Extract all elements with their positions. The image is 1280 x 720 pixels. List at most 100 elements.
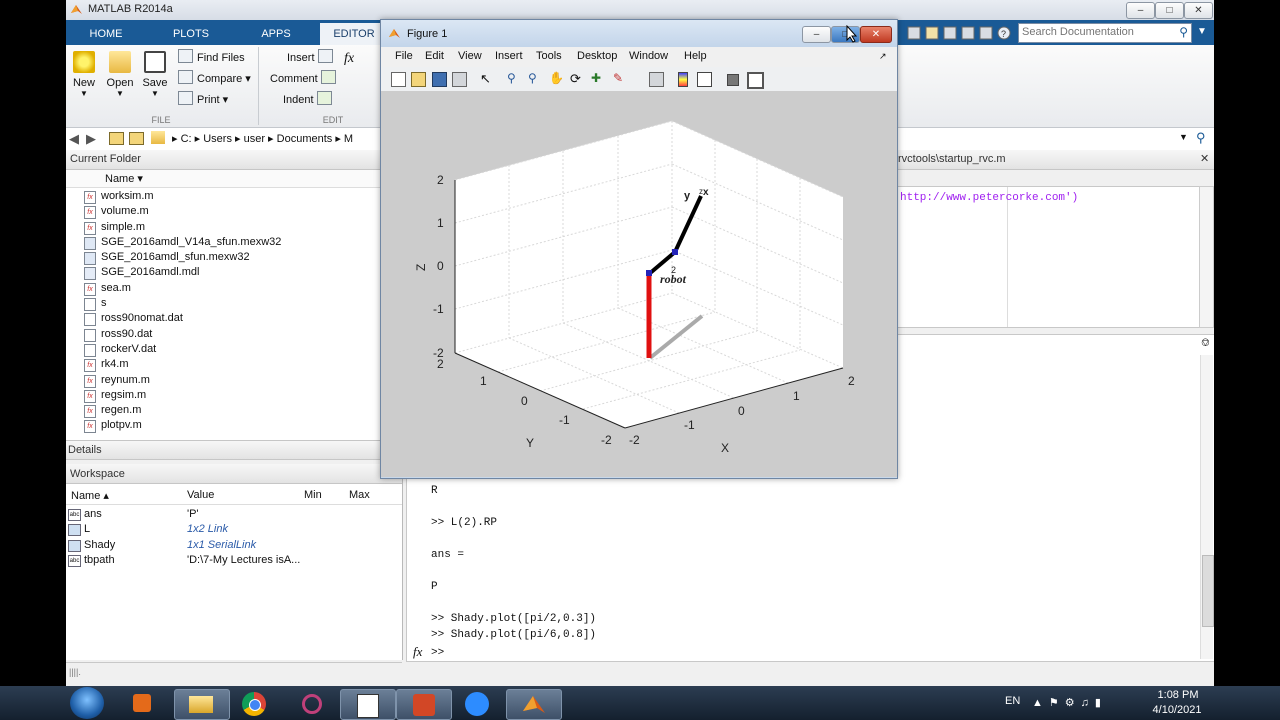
maximize-button[interactable]: □ <box>1155 2 1184 19</box>
open-button[interactable]: Open ▼ <box>104 51 136 98</box>
search-input[interactable] <box>1019 24 1175 40</box>
breadcrumb-user[interactable]: user <box>244 133 265 145</box>
back-icon[interactable]: ◀ <box>69 131 79 147</box>
print-figure-icon[interactable] <box>452 72 467 87</box>
file-list-item[interactable]: fx regen.m <box>66 403 380 419</box>
breadcrumb-c[interactable]: C: <box>181 133 192 145</box>
explorer-taskbar-icon[interactable] <box>174 689 230 720</box>
hide-tools-icon[interactable] <box>727 74 739 86</box>
open-file-icon[interactable] <box>411 72 426 87</box>
browse-folder-icon[interactable] <box>129 132 144 145</box>
breadcrumb-users[interactable]: Users <box>203 133 232 145</box>
file-list-item[interactable]: SGE_2016amdl_V14a_sfun.mexw32 <box>66 235 380 250</box>
menu-dock-icon[interactable]: ↗ <box>879 51 887 62</box>
file-list-item[interactable]: ross90.dat <box>66 327 380 342</box>
chrome-taskbar-icon[interactable] <box>228 689 282 718</box>
powerpoint-taskbar-icon[interactable] <box>396 689 452 720</box>
file-list-item[interactable]: fx volume.m <box>66 204 380 220</box>
data-cursor-icon[interactable]: ✚ <box>591 72 604 85</box>
editor-pane[interactable]: http://www.petercorke.com') <box>896 186 1200 328</box>
insert-button[interactable]: Insert <box>287 49 337 67</box>
fx-icon[interactable]: fx <box>344 51 354 67</box>
document-taskbar-icon[interactable] <box>340 689 396 720</box>
brush-icon[interactable]: ✎ <box>613 72 626 85</box>
clock-date[interactable]: 4/10/2021 <box>1144 704 1210 716</box>
new-button[interactable]: New ▼ <box>68 51 100 98</box>
save-button[interactable]: Save ▼ <box>139 51 171 98</box>
media-player-taskbar-icon[interactable] <box>116 689 170 718</box>
name-column-header[interactable]: Name ▾ <box>66 170 380 188</box>
breadcrumb-documents[interactable]: Documents <box>277 133 333 145</box>
file-list-item[interactable]: fx reynum.m <box>66 373 380 388</box>
command-scrollbar[interactable] <box>1200 355 1214 659</box>
new-figure-icon[interactable] <box>391 72 406 87</box>
ws-col-max[interactable]: Max <box>349 489 370 501</box>
matlab-taskbar-icon[interactable] <box>506 689 562 720</box>
file-list-item[interactable]: ross90nomat.dat <box>66 311 380 327</box>
file-list-item[interactable]: fx regsim.m <box>66 388 380 403</box>
figure-canvas[interactable]: 2 1 0 -1 -2 2 1 0 -1 -2 -2 -1 0 1 2 Z Y <box>381 91 897 477</box>
system-tray-icons[interactable]: ▲⚑⚙♫▮ <box>1032 696 1107 709</box>
file-list-item[interactable]: s <box>66 296 380 312</box>
file-list-item[interactable]: fx plotpv.m <box>66 418 380 434</box>
ws-col-value[interactable]: Value <box>187 489 214 501</box>
search-documentation[interactable]: ⚲ <box>1018 23 1192 43</box>
ws-col-name[interactable]: Name ▴ <box>71 489 109 502</box>
tab-editor[interactable]: EDITOR <box>320 23 388 45</box>
file-list-item[interactable]: SGE_2016amdl.mdl <box>66 265 380 281</box>
editor-scrollbar[interactable] <box>1199 186 1214 328</box>
workspace-var-value[interactable]: 1x2 Link <box>187 522 228 537</box>
figure-menu-insert[interactable]: Insert <box>495 50 523 62</box>
legend-icon[interactable] <box>697 72 712 87</box>
clock-time[interactable]: 1:08 PM <box>1148 689 1208 701</box>
tab-apps[interactable]: APPS <box>236 23 316 45</box>
rotate-icon[interactable]: ⟳ <box>570 72 583 85</box>
edit-plot-icon[interactable]: ↖ <box>480 72 493 85</box>
editor-tab[interactable]: rvctools\startup_rvc.m <box>898 153 1006 165</box>
indent-button[interactable]: Indent <box>283 91 336 109</box>
workspace-row[interactable]: abc ans 'P' <box>66 507 402 522</box>
search-icon[interactable]: ⚲ <box>1179 25 1188 39</box>
workspace-row[interactable]: Shady 1x1 SerialLink <box>66 538 402 553</box>
link-plot-icon[interactable] <box>649 72 664 87</box>
fx-prompt-icon[interactable]: fx <box>413 644 422 660</box>
details-header[interactable]: Details <box>66 440 380 460</box>
command-prompt[interactable]: >> <box>431 647 444 659</box>
file-list-item[interactable]: fx simple.m <box>66 220 380 235</box>
figure-menu-edit[interactable]: Edit <box>425 50 444 62</box>
workspace-var-value[interactable]: 1x1 SerialLink <box>187 538 256 553</box>
file-list-item[interactable]: SGE_2016amdl_sfun.mexw32 <box>66 250 380 266</box>
tab-home[interactable]: HOME <box>66 23 146 45</box>
print-button[interactable]: Print ▾ <box>178 91 228 109</box>
address-dropdown-icon[interactable]: ▼ <box>1179 132 1188 142</box>
figure-menu-view[interactable]: View <box>458 50 482 62</box>
file-list-item[interactable]: fx rk4.m <box>66 357 380 373</box>
show-tools-icon[interactable] <box>747 72 764 89</box>
breadcrumb-m[interactable]: M <box>344 133 353 145</box>
ribbon-collapse-icon[interactable]: ▼ <box>1197 26 1207 37</box>
file-list-item[interactable]: fx sea.m <box>66 281 380 296</box>
ws-col-min[interactable]: Min <box>304 489 322 501</box>
up-folder-icon[interactable] <box>109 132 124 145</box>
save-figure-icon[interactable] <box>432 72 447 87</box>
forward-icon[interactable]: ▶ <box>86 131 96 147</box>
start-button[interactable] <box>70 687 104 719</box>
command-window-menu-icon[interactable]: ⎊ <box>1201 337 1210 350</box>
figure-menu-desktop[interactable]: Desktop <box>577 50 617 62</box>
pan-icon[interactable]: ✋ <box>549 72 564 85</box>
tab-plots[interactable]: PLOTS <box>150 23 232 45</box>
figure-menu-tools[interactable]: Tools <box>536 50 562 62</box>
workspace-row[interactable]: L 1x2 Link <box>66 522 402 537</box>
compare-button[interactable]: Compare ▾ <box>178 70 251 88</box>
figure-menu-help[interactable]: Help <box>684 50 707 62</box>
address-search-icon[interactable]: ⚲ <box>1196 130 1206 146</box>
zoom-out-icon[interactable]: ⚲ <box>528 72 541 85</box>
language-indicator[interactable]: EN <box>1005 695 1020 707</box>
find-files-button[interactable]: Find Files <box>178 49 245 67</box>
file-list-item[interactable]: fx worksim.m <box>66 189 380 204</box>
snipping-tool-taskbar-icon[interactable] <box>286 689 340 718</box>
minimize-button[interactable]: – <box>1126 2 1155 19</box>
figure-menu-window[interactable]: Window <box>629 50 668 62</box>
figure-minimize-button[interactable]: – <box>802 26 831 43</box>
file-list-item[interactable]: rockerV.dat <box>66 342 380 357</box>
